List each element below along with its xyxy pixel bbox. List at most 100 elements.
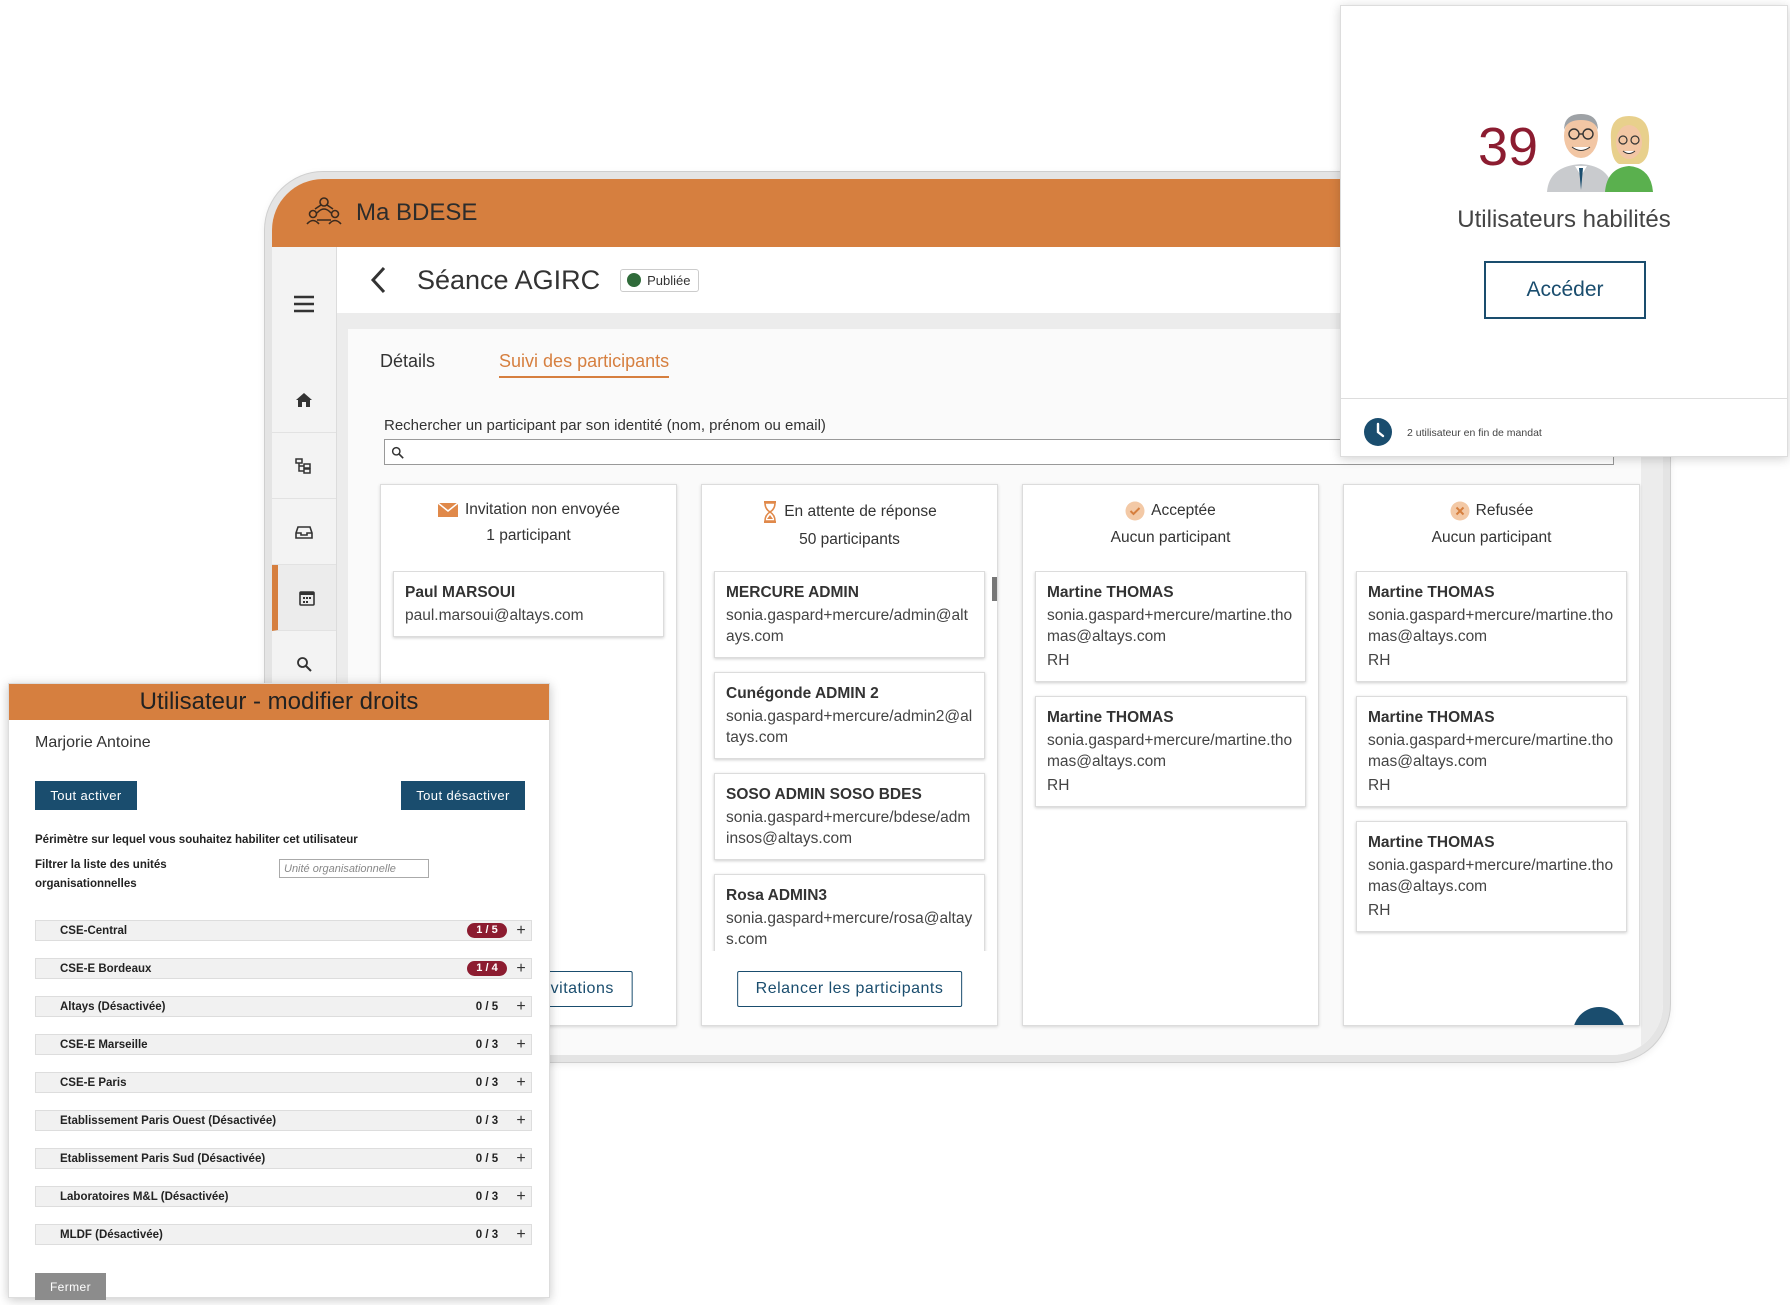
participant-list: MERCURE ADMIN sonia.gaspard+mercure/admi… — [702, 571, 997, 951]
participant-name: Martine THOMAS — [1047, 584, 1174, 601]
participant-card[interactable]: Martine THOMAS sonia.gaspard+mercure/mar… — [1035, 696, 1306, 807]
search-icon — [297, 656, 312, 672]
unit-name: Laboratoires M&L (Désactivée) — [60, 1190, 229, 1203]
unit-filter-input[interactable] — [279, 859, 429, 878]
participant-email: sonia.gaspard+mercure/bdese/adminsos@alt… — [726, 809, 971, 847]
expand-plus-icon[interactable]: + — [511, 998, 531, 1016]
home-icon — [296, 392, 312, 407]
participant-card[interactable]: MERCURE ADMIN sonia.gaspard+mercure/admi… — [714, 571, 985, 658]
unit-row[interactable]: Etablissement Paris Sud (Désactivée) 0 /… — [35, 1148, 532, 1169]
column-count: 50 participants — [799, 531, 900, 548]
unit-row[interactable]: CSE-E Bordeaux 1 / 4 + — [35, 958, 532, 979]
unit-count: 0 / 3 — [475, 1228, 499, 1241]
hourglass-icon — [764, 501, 777, 523]
tab-details[interactable]: Détails — [380, 351, 435, 378]
unit-name: MLDF (Désactivée) — [60, 1228, 163, 1241]
expand-plus-icon[interactable]: + — [511, 1036, 531, 1054]
divider — [1341, 398, 1787, 399]
column-count: Aucun participant — [1431, 529, 1552, 546]
status-dot-icon — [627, 273, 642, 287]
unit-row[interactable]: CSE-E Paris 0 / 3 + — [35, 1072, 532, 1093]
check-circle-icon — [1125, 501, 1145, 521]
participant-card[interactable]: Martine THOMAS sonia.gaspard+mercure/mar… — [1356, 696, 1627, 807]
participant-name: Martine THOMAS — [1368, 834, 1495, 851]
access-button[interactable]: Accéder — [1484, 261, 1646, 319]
authorized-users-card: 39 Utilisateurs habilités Accéder 2 util… — [1340, 5, 1788, 457]
unit-name: CSE-E Paris — [60, 1076, 127, 1089]
expand-plus-icon[interactable]: + — [511, 1150, 531, 1168]
participant-card[interactable]: Martine THOMAS sonia.gaspard+mercure/mar… — [1035, 571, 1306, 682]
participant-card[interactable]: Martine THOMAS sonia.gaspard+mercure/mar… — [1356, 821, 1627, 932]
unit-list: CSE-Central 1 / 5 + CSE-E Bordeaux 1 / 4… — [35, 920, 532, 1262]
participant-card[interactable]: Cunégonde ADMIN 2 sonia.gaspard+mercure/… — [714, 672, 985, 759]
close-button[interactable]: Fermer — [35, 1273, 106, 1300]
participant-role: RH — [1368, 777, 1391, 794]
participant-name: MERCURE ADMIN — [726, 584, 859, 601]
expand-plus-icon[interactable]: + — [511, 1074, 531, 1092]
tab-bar: Détails Suivi des participants — [380, 351, 670, 378]
scope-label: Périmètre sur lequel vous souhaitez habi… — [35, 834, 358, 846]
unit-name: Altays (Désactivée) — [60, 1000, 166, 1013]
expand-plus-icon[interactable]: + — [511, 960, 531, 978]
participant-card[interactable]: SOSO ADMIN SOSO BDES sonia.gaspard+mercu… — [714, 773, 985, 860]
unit-row[interactable]: CSE-E Marseille 0 / 3 + — [35, 1034, 532, 1055]
authorized-users-label: Utilisateurs habilités — [1457, 206, 1671, 233]
participant-email: paul.marsoui@altays.com — [405, 607, 584, 624]
participant-email: sonia.gaspard+mercure/martine.thomas@alt… — [1368, 857, 1614, 895]
participant-email: sonia.gaspard+mercure/martine.thomas@alt… — [1047, 607, 1293, 645]
search-label: Rechercher un participant par son identi… — [384, 417, 826, 434]
expand-plus-icon[interactable]: + — [511, 1188, 531, 1206]
sidebar-item-home[interactable] — [272, 367, 336, 433]
clock-icon — [1364, 418, 1392, 446]
participant-role: RH — [1047, 777, 1070, 794]
participant-email: sonia.gaspard+mercure/admin@altays.com — [726, 607, 968, 645]
participant-name: Cunégonde ADMIN 2 — [726, 685, 879, 702]
column-title: Refusée — [1475, 502, 1534, 519]
envelope-icon — [437, 502, 459, 517]
expand-plus-icon[interactable]: + — [511, 922, 531, 940]
column-refused: Refusée Aucun participant Martine THOMAS… — [1343, 484, 1640, 1026]
people-network-logo-icon — [306, 197, 342, 225]
participant-list: Martine THOMAS sonia.gaspard+mercure/mar… — [1023, 571, 1318, 951]
participant-card[interactable]: Martine THOMAS sonia.gaspard+mercure/mar… — [1356, 571, 1627, 682]
participant-name: Paul MARSOUI — [405, 584, 516, 601]
unit-row[interactable]: Laboratoires M&L (Désactivée) 0 / 3 + — [35, 1186, 532, 1207]
search-icon — [391, 446, 404, 459]
expand-plus-icon[interactable]: + — [511, 1226, 531, 1244]
sidebar-item-archive[interactable] — [272, 499, 336, 565]
unit-name: CSE-E Bordeaux — [60, 962, 152, 975]
app-title: Ma BDESE — [356, 199, 478, 226]
participant-role: RH — [1368, 652, 1391, 669]
participant-card[interactable]: Rosa ADMIN3 sonia.gaspard+mercure/rosa@a… — [714, 874, 985, 951]
calendar-icon — [299, 590, 315, 606]
page-title: Séance AGIRC — [417, 264, 601, 295]
unit-row[interactable]: Etablissement Paris Ouest (Désactivée) 0… — [35, 1110, 532, 1131]
column-count: 1 participant — [486, 527, 571, 544]
deactivate-all-button[interactable]: Tout désactiver — [401, 781, 525, 810]
activate-all-button[interactable]: Tout activer — [35, 781, 137, 810]
users-illustration-icon — [1547, 114, 1653, 192]
unit-row[interactable]: MLDF (Désactivée) 0 / 3 + — [35, 1224, 532, 1245]
org-chart-icon — [295, 457, 311, 474]
unit-row[interactable]: CSE-Central 1 / 5 + — [35, 920, 532, 941]
column-pending: En attente de réponse 50 participants ME… — [701, 484, 998, 1026]
modal-user-name: Marjorie Antoine — [35, 734, 151, 751]
unit-name: CSE-Central — [60, 924, 128, 937]
sidebar-item-calendar[interactable] — [272, 565, 336, 631]
unit-count: 0 / 3 — [475, 1038, 499, 1051]
menu-button[interactable] — [272, 247, 336, 367]
tab-suivi-participants[interactable]: Suivi des participants — [499, 351, 670, 378]
sidebar-item-organization[interactable] — [272, 433, 336, 499]
unit-count-badge: 1 / 5 — [467, 923, 507, 938]
authorized-users-count: 39 — [1478, 117, 1539, 177]
expand-plus-icon[interactable]: + — [511, 1112, 531, 1130]
participant-name: Rosa ADMIN3 — [726, 887, 828, 904]
column-title: Invitation non envoyée — [464, 501, 621, 518]
scrollbar-thumb[interactable] — [992, 577, 997, 601]
remind-participants-button[interactable]: Relancer les participants — [736, 971, 963, 1007]
unit-row[interactable]: Altays (Désactivée) 0 / 5 + — [35, 996, 532, 1017]
back-button[interactable] — [363, 265, 393, 295]
floating-action-button[interactable] — [1573, 1007, 1625, 1025]
participant-card[interactable]: Paul MARSOUI paul.marsoui@altays.com — [393, 571, 664, 637]
participant-email: sonia.gaspard+mercure/rosa@altays.com — [726, 910, 973, 948]
